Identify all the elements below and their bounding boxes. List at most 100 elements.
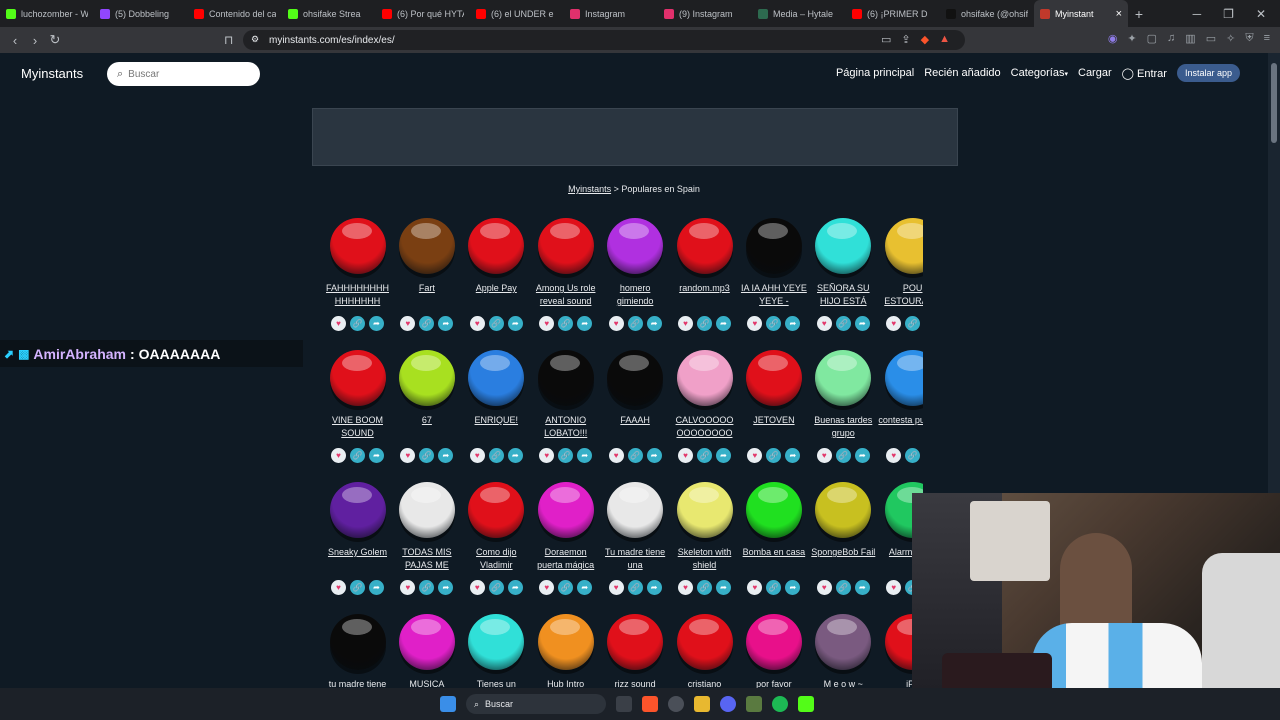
copy-link-icon[interactable]: 🔗 <box>488 316 504 331</box>
copy-link-icon[interactable]: 🔗 <box>905 448 921 463</box>
sound-play-button[interactable] <box>745 350 802 406</box>
sound-play-button[interactable] <box>745 614 802 670</box>
sound-title-link[interactable]: Fart <box>392 282 461 308</box>
sound-play-button[interactable] <box>468 350 525 406</box>
site-info-icon[interactable]: ⚙ <box>251 34 259 45</box>
close-tab-icon[interactable]: × <box>1116 8 1122 20</box>
copy-link-icon[interactable]: 🔗 <box>697 316 712 331</box>
favorite-heart-icon[interactable]: ♥ <box>539 580 555 595</box>
share-arrow-icon[interactable]: ➦ <box>577 448 593 463</box>
sound-title-link[interactable]: Tienes un <box>462 678 531 688</box>
favorite-heart-icon[interactable]: ♥ <box>539 448 555 463</box>
scrollbar-thumb[interactable] <box>1271 63 1277 143</box>
favorite-heart-icon[interactable]: ♥ <box>400 316 416 331</box>
sound-play-button[interactable] <box>537 350 594 406</box>
copy-link-icon[interactable]: 🔗 <box>558 580 574 595</box>
leo-icon[interactable]: ✧ <box>1226 32 1235 45</box>
sound-play-button[interactable] <box>607 350 664 406</box>
share-arrow-icon[interactable]: ➦ <box>438 448 454 463</box>
favorite-heart-icon[interactable]: ♥ <box>747 580 763 595</box>
browser-tab[interactable]: Instagram <box>564 0 658 27</box>
menu-recent[interactable]: Recién añadido <box>924 67 1000 79</box>
maximize-icon[interactable]: ❐ <box>1223 7 1234 21</box>
browser-tab[interactable]: Myinstant × <box>1034 0 1128 27</box>
share-arrow-icon[interactable]: ➦ <box>854 580 870 595</box>
copy-link-icon[interactable]: 🔗 <box>835 580 851 595</box>
favorite-heart-icon[interactable]: ♥ <box>678 316 693 331</box>
browser-tab[interactable]: ohsifake (@ohsif <box>940 0 1034 27</box>
sound-play-button[interactable] <box>607 614 664 670</box>
sound-title-link[interactable]: random.mp3 <box>670 282 739 308</box>
sound-play-button[interactable] <box>468 218 525 274</box>
menu-upload[interactable]: Cargar <box>1078 67 1112 79</box>
sound-play-button[interactable] <box>815 482 872 538</box>
favorite-heart-icon[interactable]: ♥ <box>608 448 624 463</box>
task-view-icon[interactable] <box>616 696 632 712</box>
copy-link-icon[interactable]: 🔗 <box>350 316 365 331</box>
share-arrow-icon[interactable]: ➦ <box>716 448 731 463</box>
sound-play-button[interactable] <box>329 218 386 274</box>
sound-play-button[interactable] <box>815 350 872 406</box>
share-arrow-icon[interactable]: ➦ <box>785 580 801 595</box>
kick-app-icon[interactable] <box>798 696 814 712</box>
menu-categories[interactable]: Categorías▾ <box>1011 67 1068 79</box>
browser-tab[interactable]: ohsifake Strea <box>282 0 376 27</box>
share-arrow-icon[interactable]: ➦ <box>785 316 801 331</box>
sound-play-button[interactable] <box>884 350 923 406</box>
favorite-heart-icon[interactable]: ♥ <box>469 580 485 595</box>
copy-link-icon[interactable]: 🔗 <box>488 580 504 595</box>
copy-link-icon[interactable]: 🔗 <box>766 448 782 463</box>
share-arrow-icon[interactable]: ➦ <box>438 580 454 595</box>
sound-play-button[interactable] <box>398 350 455 406</box>
share-arrow-icon[interactable]: ➦ <box>785 448 801 463</box>
sound-play-button[interactable] <box>537 614 594 670</box>
favorite-heart-icon[interactable]: ♥ <box>400 580 416 595</box>
share-arrow-icon[interactable]: ➦ <box>716 316 731 331</box>
browser-tab[interactable]: (5) Dobbeling <box>94 0 188 27</box>
sound-play-button[interactable] <box>398 614 455 670</box>
browser-tab[interactable]: Contenido del ca <box>188 0 282 27</box>
sound-play-button[interactable] <box>745 482 802 538</box>
sound-play-button[interactable] <box>676 482 733 538</box>
browser-tab[interactable]: luchozomber - W <box>0 0 94 27</box>
minecraft-icon[interactable] <box>746 696 762 712</box>
favorite-heart-icon[interactable]: ♥ <box>886 316 902 331</box>
share-arrow-icon[interactable]: ➦ <box>369 448 384 463</box>
share-arrow-icon[interactable]: ➦ <box>646 580 662 595</box>
sound-play-button[interactable] <box>676 218 733 274</box>
address-bar[interactable]: ⚙ myinstants.com/es/index/es/ <box>243 30 965 50</box>
site-logo[interactable]: Myinstants <box>21 66 83 81</box>
discord-icon[interactable] <box>720 696 736 712</box>
sound-title-link[interactable]: 67 <box>392 414 461 440</box>
sound-title-link[interactable]: Tu madre tiene una <box>601 546 670 572</box>
install-app-button[interactable]: Instalar app <box>1176 64 1240 82</box>
sound-title-link[interactable]: por favor <box>739 678 808 688</box>
share-arrow-icon[interactable]: ➦ <box>646 316 662 331</box>
copy-link-icon[interactable]: 🔗 <box>766 316 782 331</box>
sound-play-button[interactable] <box>676 614 733 670</box>
vpn-icon[interactable]: ⛨ <box>1245 32 1253 45</box>
share-icon[interactable]: ⇪ <box>901 33 910 46</box>
sound-play-button[interactable] <box>329 350 386 406</box>
copy-link-icon[interactable]: 🔗 <box>350 448 365 463</box>
share-arrow-icon[interactable]: ➦ <box>438 316 454 331</box>
sound-title-link[interactable]: TODAS MIS PAJAS ME <box>392 546 461 572</box>
favorite-heart-icon[interactable]: ♥ <box>678 580 693 595</box>
sound-title-link[interactable]: Hub Intro <box>531 678 600 688</box>
favorite-heart-icon[interactable]: ♥ <box>331 448 346 463</box>
extension-icon[interactable]: ◉ <box>1108 32 1118 45</box>
sound-title-link[interactable]: homero gimiendo <box>601 282 670 308</box>
copy-link-icon[interactable]: 🔗 <box>835 448 851 463</box>
sound-title-link[interactable]: FAHHHHHHHH HHHHHHH <box>323 282 392 308</box>
share-arrow-icon[interactable]: ➦ <box>507 580 523 595</box>
sound-title-link[interactable]: Apple Pay <box>462 282 531 308</box>
sound-title-link[interactable]: JETOVEN <box>739 414 808 440</box>
spotify-icon[interactable] <box>772 696 788 712</box>
sound-play-button[interactable] <box>468 614 525 670</box>
sound-play-button[interactable] <box>884 218 923 274</box>
copy-link-icon[interactable]: 🔗 <box>697 580 712 595</box>
favorite-heart-icon[interactable]: ♥ <box>747 316 763 331</box>
sound-title-link[interactable]: Sneaky Golem <box>323 546 392 572</box>
menu-login[interactable]: ◯ Entrar <box>1122 67 1167 80</box>
favorite-heart-icon[interactable]: ♥ <box>331 580 346 595</box>
